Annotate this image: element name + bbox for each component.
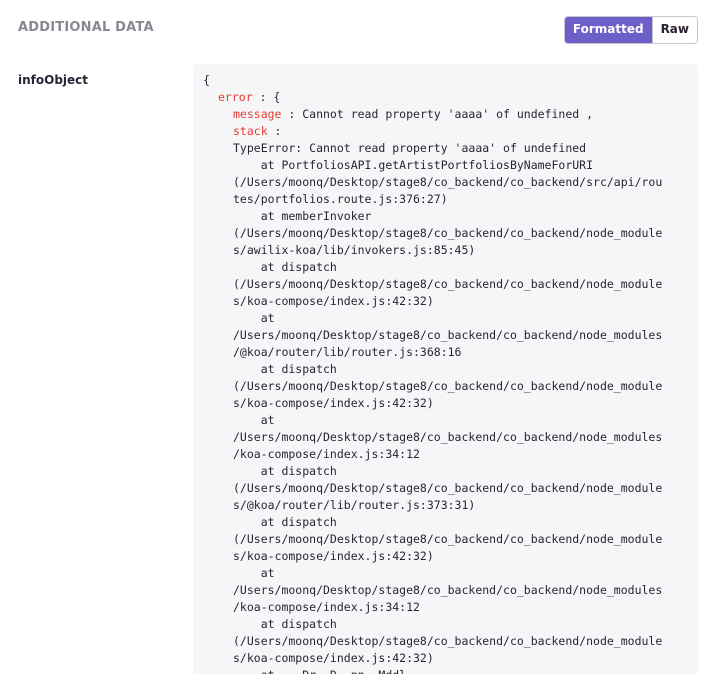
message-value: : Cannot read property 'aaaa' of undefin… (281, 107, 594, 121)
stack-trace-line: s/koa-compose/index.js:42:32) (233, 549, 434, 563)
stack-trace-line: s/awilix-koa/lib/invokers.js:85:45) (233, 243, 476, 257)
stack-trace-line: /koa-compose/index.js:34:12 (233, 447, 420, 461)
raw-button[interactable]: Raw (651, 17, 697, 43)
message-key: message (233, 107, 282, 121)
stack-trace-line: at (233, 566, 275, 580)
message-row: message : Cannot read property 'aaaa' of… (203, 106, 692, 123)
stack-trace-line: at PortfoliosAPI.getArtistPortfoliosByNa… (233, 158, 594, 172)
stack-trace-line: (/Users/moonq/Desktop/stage8/co_backend/… (233, 175, 663, 189)
stack-trace-line: at dispatch (233, 617, 337, 631)
stack-trace-line: at dispatch (233, 464, 337, 478)
stack-trace-line: at (233, 311, 275, 325)
stack-trace-line: at dispatch (233, 362, 337, 376)
section-title: ADDITIONAL DATA (18, 20, 154, 35)
stack-trace-line: s/koa-compose/index.js:42:32) (233, 294, 434, 308)
stack-trace-line: /koa-compose/index.js:34:12 (233, 600, 420, 614)
section-header: ADDITIONAL DATA Formatted Raw (18, 16, 698, 44)
view-mode-toggle: Formatted Raw (563, 16, 698, 44)
json-code: { error : { message : Cannot read proper… (203, 72, 692, 674)
stack-trace-line: at (233, 413, 275, 427)
stack-trace-line: (/Users/moonq/Desktop/stage8/co_backend/… (233, 226, 663, 240)
stack-trace-line: (/Users/moonq/Desktop/stage8/co_backend/… (233, 481, 663, 495)
error-key: error (218, 90, 253, 104)
stack-key: stack (233, 124, 268, 138)
stack-trace-line: s/@koa/router/lib/router.js:373:31) (233, 498, 476, 512)
stack-trace-line: (/Users/moonq/Desktop/stage8/co_backend/… (233, 277, 663, 291)
stack-trace-line: /Users/moonq/Desktop/stage8/co_backend/c… (233, 328, 663, 342)
stack-trace-line: /@koa/router/lib/router.js:368:16 (233, 345, 462, 359)
stack-trace-line: (/Users/moonq/Desktop/stage8/co_backend/… (233, 634, 663, 648)
stack-trace-line: at Dr D nn Mddl (203, 667, 692, 674)
stack-trace-line: tes/portfolios.route.js:376:27) (233, 192, 448, 206)
stack-row: stack : (203, 123, 692, 140)
json-value-block: { error : { message : Cannot read proper… (193, 64, 698, 674)
stack-trace-line: (/Users/moonq/Desktop/stage8/co_backend/… (233, 379, 663, 393)
stack-trace-line: at dispatch (233, 260, 337, 274)
stack-trace-line: at memberInvoker (233, 209, 372, 223)
stack-trace-line: s/koa-compose/index.js:42:32) (233, 651, 434, 665)
error-separator: : { (252, 90, 281, 104)
stack-trace-line: /Users/moonq/Desktop/stage8/co_backend/c… (233, 583, 663, 597)
stack-trace-line: s/koa-compose/index.js:42:32) (233, 396, 434, 410)
stack-trace-line: at dispatch (233, 515, 337, 529)
entry-key-label: infoObject (18, 73, 89, 87)
stack-trace: TypeError: Cannot read property 'aaaa' o… (203, 140, 692, 674)
open-brace: { (203, 73, 210, 87)
stack-separator: : (267, 124, 282, 138)
additional-data-panel: ADDITIONAL DATA Formatted Raw infoObject… (0, 0, 723, 674)
error-row: error : { (203, 89, 692, 106)
stack-trace-line: TypeError: Cannot read property 'aaaa' o… (233, 141, 587, 155)
stack-trace-line: (/Users/moonq/Desktop/stage8/co_backend/… (233, 532, 663, 546)
formatted-button[interactable]: Formatted (564, 17, 652, 43)
stack-trace-line: /Users/moonq/Desktop/stage8/co_backend/c… (233, 430, 663, 444)
